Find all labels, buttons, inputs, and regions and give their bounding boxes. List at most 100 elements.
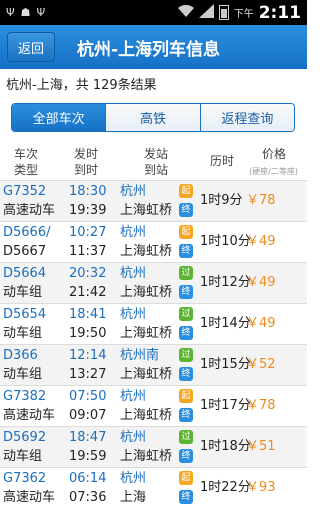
from-badge: 过 xyxy=(179,430,193,444)
to-badge: 终 xyxy=(179,367,193,381)
filter-tabs: 全部车次 高铁 返程查询 xyxy=(11,103,295,132)
arrival-time: 19:59 xyxy=(69,449,107,464)
table-header: 车次 类型 发时 到时 发站 到站 历时 价格 (硬座/二等座) xyxy=(0,140,307,178)
to-station: 上海虹桥 xyxy=(120,408,173,423)
train-type: 动车组 xyxy=(3,367,43,382)
from-badge: 过 xyxy=(179,266,193,280)
train-number: D5692 xyxy=(3,430,47,445)
train-number: D366 xyxy=(3,348,38,363)
train-type: 高速动车 xyxy=(3,203,56,218)
table-row[interactable]: D366 动车组 12:14 13:27 杭州南 上海虹桥 1时15分 ￥52 过终 xyxy=(0,344,307,385)
tab-high-speed[interactable]: 高铁 xyxy=(105,104,200,131)
duration: 1时12分 xyxy=(200,275,251,290)
header-station[interactable]: 发站 到站 xyxy=(144,146,168,178)
arrival-time: 21:42 xyxy=(69,285,107,300)
to-badge: 终 xyxy=(179,326,193,340)
departure-time: 12:14 xyxy=(69,348,107,363)
table-row[interactable]: G7352 高速动车 18:30 19:39 杭州上海虹桥 1时9分 ￥78 起终 xyxy=(0,180,307,221)
header-to-station: 到站 xyxy=(144,163,169,177)
notification-icons: Ψ ☗ Ψ xyxy=(0,6,45,19)
duration: 1时9分 xyxy=(200,193,243,208)
departure-time: 18:47 xyxy=(69,430,107,445)
to-station: 上海虹桥 xyxy=(120,367,173,382)
table-row[interactable]: D5692 动车组 18:47 19:59 杭州 上海虹桥 1时18分 ￥51 过终 xyxy=(0,426,307,467)
train-type: 动车组 xyxy=(3,449,43,464)
price: ￥51 xyxy=(246,439,276,454)
departure-time: 18:30 xyxy=(69,184,107,199)
android-icon: ☗ xyxy=(20,6,31,19)
header-duration[interactable]: 历时 xyxy=(210,153,234,169)
header-price-note: (硬座/二等座) xyxy=(249,167,298,176)
signal-icon xyxy=(198,4,214,21)
from-station: 杭州 xyxy=(120,225,147,240)
to-station: 上海虹桥 xyxy=(120,244,173,259)
usb-debug-icon: Ψ xyxy=(36,6,46,19)
arrival-time: 19:39 xyxy=(69,203,107,218)
from-badge: 起 xyxy=(179,184,193,198)
back-button[interactable]: 返回 xyxy=(7,32,55,62)
tab-return-query[interactable]: 返程查询 xyxy=(199,104,294,131)
to-station: 上海虹桥 xyxy=(120,203,173,218)
to-station: 上海虹桥 xyxy=(120,449,173,464)
page-title: 杭州-上海列车信息 xyxy=(77,39,221,60)
header-dep-time: 发时 xyxy=(74,147,99,161)
header-time[interactable]: 发时 到时 xyxy=(74,146,98,178)
train-type: 动车组 xyxy=(3,285,43,300)
duration: 1时10分 xyxy=(200,234,251,249)
from-station: 杭州 xyxy=(120,389,147,404)
from-badge: 过 xyxy=(179,348,193,362)
to-station: 上海虹桥 xyxy=(120,326,173,341)
tab-all-trains[interactable]: 全部车次 xyxy=(12,104,106,131)
from-station: 杭州 xyxy=(120,184,147,199)
to-badge: 终 xyxy=(179,285,193,299)
from-station: 杭州 xyxy=(120,266,147,281)
clock-time: 2:11 xyxy=(258,2,301,23)
result-summary: 杭州-上海，共 129条结果 xyxy=(6,78,157,93)
table-row[interactable]: D5654 动车组 18:41 19:50 杭州 上海虹桥 1时14分 ￥49 过终 xyxy=(0,303,307,344)
train-number: G7352 xyxy=(3,184,47,199)
price: ￥49 xyxy=(246,275,276,290)
to-badge: 终 xyxy=(179,408,193,422)
train-type: D5667 xyxy=(3,244,47,259)
arrival-time: 07:36 xyxy=(69,490,107,505)
table-row[interactable]: D5666/D5667 10:27 11:37 杭州 上海虹桥 1时10分 ￥49 起终 xyxy=(0,221,307,262)
wifi-icon xyxy=(177,4,194,21)
departure-time: 07:50 xyxy=(69,389,107,404)
price: ￥78 xyxy=(246,398,276,413)
price: ￥49 xyxy=(246,316,276,331)
header-price[interactable]: 价格 xyxy=(262,146,286,162)
from-badge: 起 xyxy=(179,471,193,485)
table-row[interactable]: D5664 动车组 20:32 21:42 杭州 上海虹桥 1时12分 ￥49 过终 xyxy=(0,262,307,303)
train-number: D5664 xyxy=(3,266,47,281)
price: ￥93 xyxy=(246,480,276,495)
price: ￥78 xyxy=(246,193,276,208)
train-type: 动车组 xyxy=(3,326,43,341)
arrival-time: 11:37 xyxy=(69,244,107,259)
table-row[interactable]: G7382 高速动车 07:50 09:07 杭州 上海虹桥 1时17分 ￥78 起终 xyxy=(0,385,307,426)
to-badge: 终 xyxy=(179,449,193,463)
train-type: 高速动车 xyxy=(3,408,56,423)
header-train[interactable]: 车次 类型 xyxy=(14,146,38,178)
duration: 1时17分 xyxy=(200,398,251,413)
arrival-time: 13:27 xyxy=(69,367,107,382)
arrival-time: 09:07 xyxy=(69,408,107,423)
train-number: D5654 xyxy=(3,307,47,322)
price: ￥49 xyxy=(246,234,276,249)
to-badge: 终 xyxy=(179,203,193,217)
train-number: G7382 xyxy=(3,389,47,404)
header-from-station: 发站 xyxy=(144,147,169,161)
departure-time: 06:14 xyxy=(69,471,107,486)
train-list: G7352 高速动车 18:30 19:39 杭州 上海虹桥 1时9分 ￥78 起终 D5666/… xyxy=(0,180,307,508)
from-station: 杭州南 xyxy=(120,348,160,363)
table-row[interactable]: G7362 高速动车 06:14 07:36 杭州 上海 1时22分 ￥93 起终 xyxy=(0,467,307,508)
duration: 1时18分 xyxy=(200,439,251,454)
to-badge: 终 xyxy=(179,490,193,504)
train-number: D5666/ xyxy=(3,225,51,240)
from-badge: 起 xyxy=(179,225,193,239)
from-badge: 过 xyxy=(179,307,193,321)
usb-icon: Ψ xyxy=(6,6,15,19)
price: ￥52 xyxy=(246,357,276,372)
header-price-label: 价格 xyxy=(262,147,287,161)
header-arr-time: 到时 xyxy=(74,163,99,177)
train-type: 高速动车 xyxy=(3,490,56,505)
